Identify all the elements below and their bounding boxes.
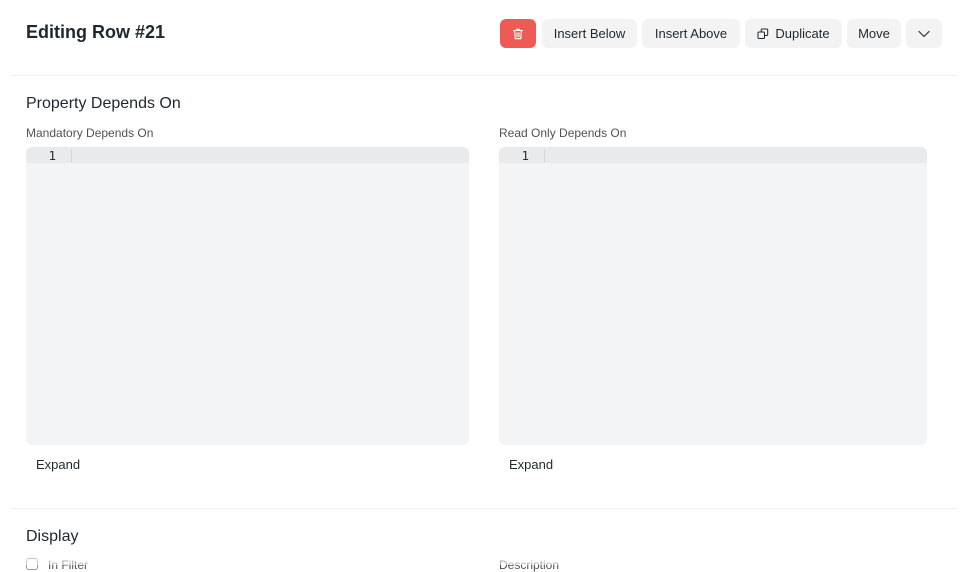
mandatory-depends-on-editor[interactable]: 1 — [26, 147, 469, 445]
active-line-highlight — [499, 147, 927, 163]
read-only-depends-on-editor[interactable]: 1 — [499, 147, 927, 445]
line-number: 1 — [48, 148, 56, 163]
trash-icon — [512, 28, 524, 39]
copy-icon — [757, 28, 769, 39]
insert-below-button[interactable]: Insert Below — [542, 19, 637, 48]
line-number: 1 — [521, 148, 529, 163]
read-only-depends-on-label: Read Only Depends On — [499, 126, 627, 140]
duplicate-label: Duplicate — [775, 26, 830, 41]
duplicate-button[interactable]: Duplicate — [745, 19, 842, 48]
mandatory-depends-on-label: Mandatory Depends On — [26, 126, 154, 140]
move-button[interactable]: Move — [847, 19, 901, 48]
form-header: Editing Row #21 Insert Below Insert Abov… — [0, 0, 962, 70]
active-line-highlight — [26, 147, 469, 163]
header-divider — [10, 75, 958, 76]
more-options-button[interactable] — [906, 19, 942, 48]
scroll-fade — [0, 545, 962, 565]
in-filter-checkbox[interactable] — [26, 558, 38, 570]
insert-above-button[interactable]: Insert Above — [642, 19, 740, 48]
in-filter-label: In Filter — [48, 558, 89, 572]
page-title: Editing Row #21 — [26, 22, 166, 42]
mandatory-expand-link[interactable]: Expand — [36, 457, 80, 472]
description-label: Description — [499, 558, 560, 572]
delete-button[interactable] — [500, 19, 536, 48]
read-only-expand-link[interactable]: Expand — [509, 457, 553, 472]
section-title-property-depends-on: Property Depends On — [26, 95, 181, 112]
cursor — [544, 149, 545, 163]
cursor — [71, 149, 72, 163]
chevron-down-icon — [918, 30, 930, 37]
section-title-display: Display — [26, 528, 79, 545]
section-divider — [10, 508, 958, 509]
